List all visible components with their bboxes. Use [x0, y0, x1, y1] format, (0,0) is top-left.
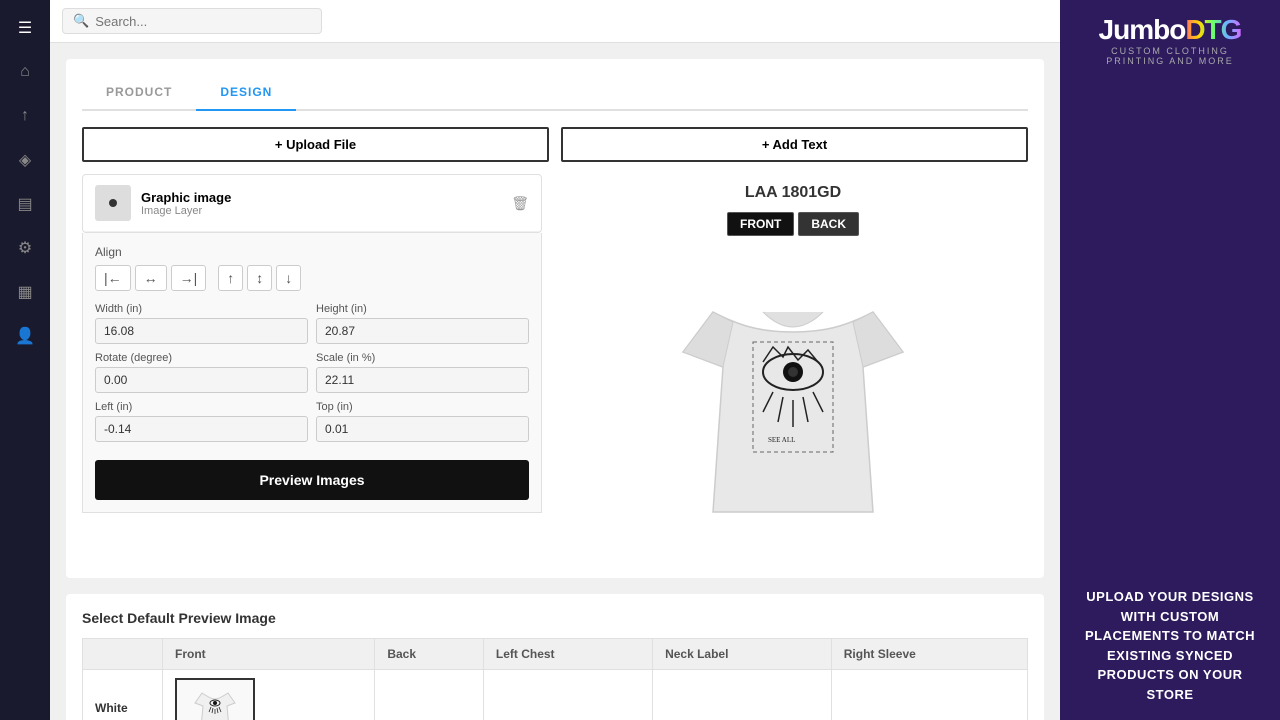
col-back: Back	[375, 639, 484, 670]
add-text-button[interactable]: + Add Text	[561, 127, 1028, 162]
front-preview-cell[interactable]	[163, 670, 375, 720]
search-container: 🔍	[62, 8, 322, 34]
color-label: White	[83, 670, 163, 720]
promo-logo-text: JumboDTG	[1080, 16, 1260, 44]
height-label: Height (in)	[316, 303, 529, 315]
align-right-button[interactable]: →|	[171, 265, 207, 291]
col-neck-label: Neck Label	[653, 639, 832, 670]
bottom-section: Select Default Preview Image Front Back …	[66, 594, 1044, 720]
align-top-button[interactable]: ↑	[218, 265, 243, 291]
left-sidebar: ☰ ⌂ ↑ ◈ ▤ ⚙ ▦ 👤	[0, 0, 50, 720]
align-horizontal-group: |← ↔ →|	[95, 265, 206, 291]
top-label: Top (in)	[316, 401, 529, 413]
left-field[interactable]	[95, 416, 308, 442]
layer-item: Graphic image Image Layer 🗑	[83, 175, 541, 232]
preview-images-button[interactable]: Preview Images	[95, 460, 529, 500]
tab-product[interactable]: PRODUCT	[82, 75, 196, 111]
layer-thumbnail	[95, 185, 131, 221]
layer-info: Graphic image Image Layer	[141, 190, 501, 217]
promo-logo: JumboDTG Custom Clothing Printing and Mo…	[1080, 16, 1260, 66]
preview-area: LAA 1801GD FRONT BACK	[558, 174, 1028, 562]
col-left-chest: Left Chest	[483, 639, 652, 670]
scale-label: Scale (in %)	[316, 352, 529, 364]
design-panel: Graphic image Image Layer 🗑 Align |←	[82, 174, 542, 562]
upload-row: + Upload File + Add Text	[82, 127, 1028, 162]
search-icon: 🔍	[73, 13, 89, 29]
align-vertical-group: ↑ ↕ ↓	[218, 265, 301, 291]
scale-field[interactable]	[316, 367, 529, 393]
col-right-sleeve: Right Sleeve	[831, 639, 1027, 670]
editor-card: PRODUCT DESIGN + Upload File + Add Text	[66, 59, 1044, 578]
view-buttons: FRONT BACK	[727, 212, 859, 236]
main-content: 🔍 PRODUCT DESIGN + Upload File + Add Tex…	[50, 0, 1060, 720]
front-preview-thumb[interactable]	[175, 678, 255, 720]
upload-file-button[interactable]: + Upload File	[82, 127, 549, 162]
align-middle-v-button[interactable]: ↕	[247, 265, 272, 291]
table-row: White	[83, 670, 1028, 720]
promo-panel: JumboDTG Custom Clothing Printing and Mo…	[1060, 0, 1280, 720]
dtg-text: DTG	[1185, 14, 1241, 45]
left-chest-preview-cell	[483, 670, 652, 720]
top-field-group: Top (in)	[316, 401, 529, 442]
layer-panel: Graphic image Image Layer 🗑	[82, 174, 542, 233]
people-icon[interactable]: 👤	[7, 318, 43, 354]
col-empty	[83, 639, 163, 670]
tshirt-preview: SEE ALL	[643, 252, 943, 552]
promo-subtitle: Custom Clothing Printing and More	[1080, 46, 1260, 66]
left-field-group: Left (in)	[95, 401, 308, 442]
front-view-button[interactable]: FRONT	[727, 212, 794, 236]
upload-icon[interactable]: ↑	[7, 98, 43, 134]
rotate-field[interactable]	[95, 367, 308, 393]
back-view-button[interactable]: BACK	[798, 212, 859, 236]
col-front: Front	[163, 639, 375, 670]
align-left-button[interactable]: |←	[95, 265, 131, 291]
top-bar: 🔍	[50, 0, 1060, 43]
tab-design[interactable]: DESIGN	[196, 75, 296, 111]
list-icon[interactable]: ▤	[7, 186, 43, 222]
menu-icon[interactable]: ☰	[7, 10, 43, 46]
layer-type: Image Layer	[141, 205, 501, 217]
properties-container: Align |← ↔ →| ↑ ↕ ↓	[82, 233, 542, 513]
width-label: Width (in)	[95, 303, 308, 315]
height-field-group: Height (in)	[316, 303, 529, 344]
editor-layout: Graphic image Image Layer 🗑 Align |←	[82, 174, 1028, 562]
product-id: LAA 1801GD	[745, 184, 841, 202]
rotate-label: Rotate (degree)	[95, 352, 308, 364]
right-sleeve-preview-cell	[831, 670, 1027, 720]
width-field[interactable]	[95, 318, 308, 344]
align-buttons: |← ↔ →| ↑ ↕ ↓	[95, 265, 529, 291]
align-center-h-button[interactable]: ↔	[135, 265, 167, 291]
neck-label-preview-cell	[653, 670, 832, 720]
top-field[interactable]	[316, 416, 529, 442]
align-label: Align	[95, 245, 529, 259]
table-header-row: Front Back Left Chest Neck Label Right S…	[83, 639, 1028, 670]
scale-field-group: Scale (in %)	[316, 352, 529, 393]
promo-text: Upload your designs with custom placemen…	[1076, 587, 1264, 704]
search-input[interactable]	[95, 14, 311, 29]
content-scroll: PRODUCT DESIGN + Upload File + Add Text	[50, 43, 1060, 720]
back-preview-cell	[375, 670, 484, 720]
left-label: Left (in)	[95, 401, 308, 413]
rotate-field-group: Rotate (degree)	[95, 352, 308, 393]
align-bottom-button[interactable]: ↓	[276, 265, 301, 291]
width-field-group: Width (in)	[95, 303, 308, 344]
home-icon[interactable]: ⌂	[7, 54, 43, 90]
jumbo-text: Jumbo	[1099, 14, 1186, 45]
section-title: Select Default Preview Image	[82, 610, 1028, 626]
settings-icon[interactable]: ⚙	[7, 230, 43, 266]
fields-grid: Width (in) Height (in) Rotate (degree)	[95, 303, 529, 442]
svg-text:SEE ALL: SEE ALL	[768, 436, 795, 444]
height-field[interactable]	[316, 318, 529, 344]
align-section: Align |← ↔ →| ↑ ↕ ↓	[95, 245, 529, 291]
layer-name: Graphic image	[141, 190, 501, 205]
preview-table: Front Back Left Chest Neck Label Right S…	[82, 638, 1028, 720]
tag-icon[interactable]: ◈	[7, 142, 43, 178]
chart-icon[interactable]: ▦	[7, 274, 43, 310]
delete-layer-button[interactable]: 🗑	[511, 195, 529, 212]
tabs: PRODUCT DESIGN	[82, 75, 1028, 111]
